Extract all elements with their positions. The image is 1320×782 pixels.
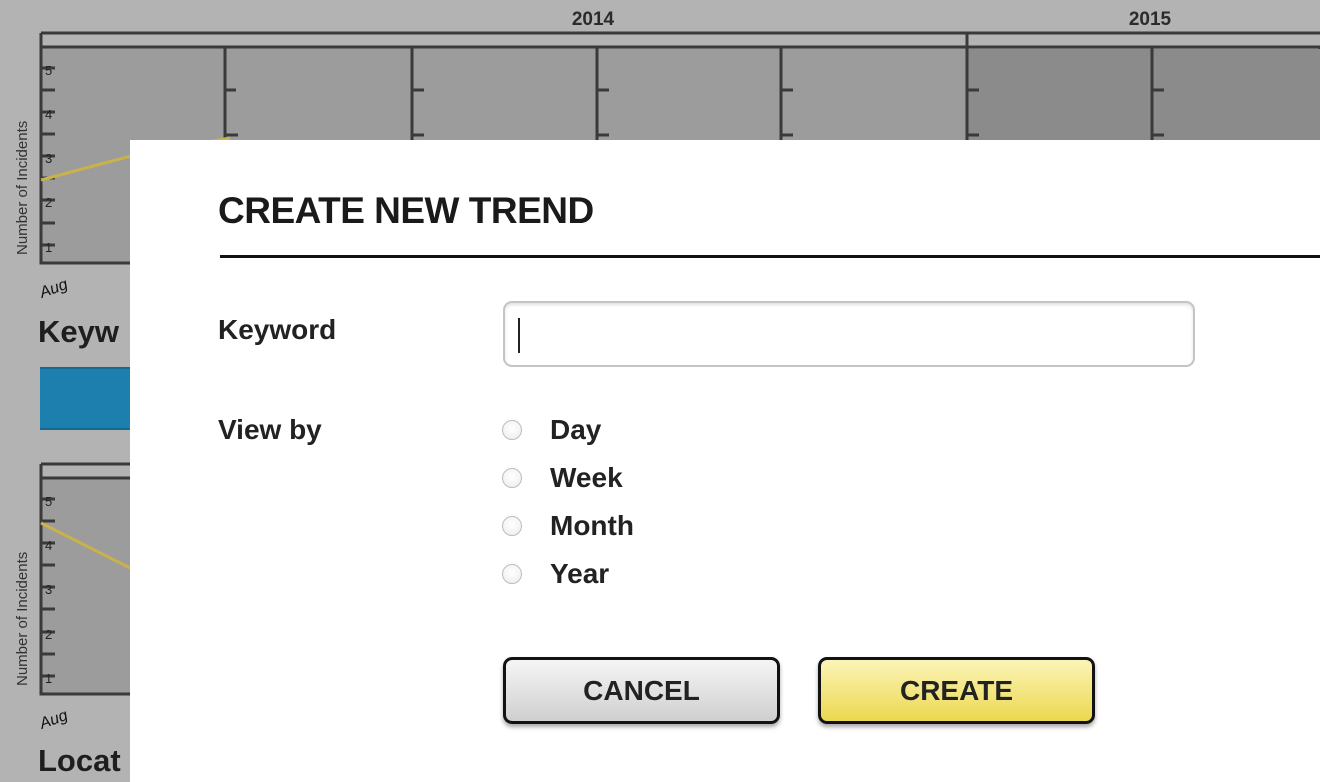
keyword-trend-bar[interactable] (40, 367, 140, 430)
radio-button-icon[interactable] (502, 516, 522, 536)
keyword-section-title: Keyw (38, 314, 119, 349)
chart2-ytick-2: 2 (45, 627, 52, 642)
chart1-x-start-label: Aug (37, 276, 71, 302)
create-button[interactable]: CREATE (818, 657, 1095, 724)
chart2-ytick-5: 5 (45, 494, 52, 509)
view-by-day-option[interactable]: Day (502, 410, 601, 450)
radio-button-icon[interactable] (502, 468, 522, 488)
view-by-week-option[interactable]: Week (502, 458, 623, 498)
radio-button-icon[interactable] (502, 420, 522, 440)
view-by-year-option[interactable]: Year (502, 554, 609, 594)
keyword-input[interactable] (503, 301, 1195, 367)
radio-label-month: Month (550, 510, 634, 541)
chart1-ytick-2: 2 (45, 195, 52, 210)
view-by-label: View by (218, 414, 322, 445)
chart1-y-axis-label: Number of Incidents (14, 121, 31, 255)
cancel-button[interactable]: CANCEL (503, 657, 780, 724)
chart2-ytick-3: 3 (45, 582, 52, 597)
chart1-ytick-4: 4 (45, 107, 52, 122)
radio-label-day: Day (550, 414, 602, 445)
chart1-ytick-5: 5 (45, 63, 52, 78)
year-label-2015: 2015 (1129, 9, 1172, 30)
radio-label-year: Year (550, 558, 610, 589)
chart2-ytick-4: 4 (45, 538, 52, 553)
chart2-y-axis-label: Number of Incidents (14, 552, 31, 686)
text-caret (518, 318, 520, 353)
year-label-2014: 2014 (572, 9, 615, 30)
create-trend-dialog: CREATE NEW TREND Keyword View by Day Wee… (130, 140, 1320, 782)
chart2-x-start-label: Aug (37, 707, 71, 733)
chart1-ytick-3: 3 (45, 151, 52, 166)
chart2-ytick-1: 1 (45, 671, 52, 686)
title-divider (220, 255, 1320, 258)
radio-button-icon[interactable] (502, 564, 522, 584)
chart1-ytick-1: 1 (45, 240, 52, 255)
radio-label-week: Week (550, 462, 623, 493)
view-by-month-option[interactable]: Month (502, 506, 634, 546)
dialog-title: CREATE NEW TREND (218, 190, 594, 231)
location-section-title: Locat (38, 743, 121, 778)
keyword-label: Keyword (218, 314, 337, 345)
